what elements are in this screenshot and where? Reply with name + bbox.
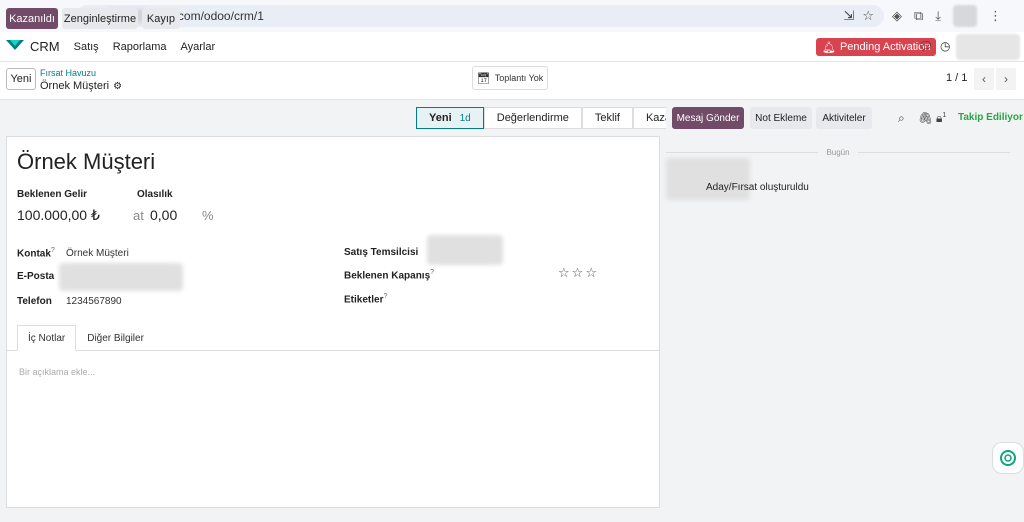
- priority-stars[interactable]: ☆ ☆ ☆: [558, 265, 597, 281]
- expected-revenue-label: Beklenen Gelir: [17, 189, 88, 200]
- tab-extra-info[interactable]: Diğer Bilgiler: [76, 325, 155, 351]
- new-button[interactable]: Yeni: [6, 68, 36, 90]
- stage-new[interactable]: Yeni 1d: [416, 107, 484, 129]
- install-icon[interactable]: ⇲: [843, 8, 854, 24]
- app-name[interactable]: CRM: [30, 39, 60, 54]
- meeting-label: Toplantı Yok: [494, 73, 544, 83]
- star-icon[interactable]: ☆: [572, 265, 584, 281]
- tab-internal-notes[interactable]: İç Notlar: [17, 325, 77, 351]
- stage-qualified[interactable]: Değerlendirme: [483, 107, 582, 129]
- email-label: E-Posta: [17, 271, 55, 282]
- paperclip-icon[interactable]: 🖇︎: [918, 111, 933, 125]
- pager-value[interactable]: 1 / 1: [946, 72, 967, 84]
- message-author-avatar: [666, 158, 750, 200]
- stage-new-label: Yeni: [429, 112, 452, 124]
- following-button[interactable]: Takip Ediliyor: [958, 112, 1023, 123]
- pager-next-icon[interactable]: ›: [996, 68, 1016, 90]
- top-navbar: CRM Satış Raporlama Ayarlar 🔔︎ Pending A…: [0, 32, 1024, 62]
- tags-label: Etiketler?: [344, 293, 388, 306]
- description-input[interactable]: Bir açıklama ekle...: [19, 367, 95, 377]
- gear-icon[interactable]: ⚙: [113, 81, 122, 92]
- ai-assistant-button[interactable]: [992, 442, 1024, 474]
- mark-won-button[interactable]: Kazanıldı: [6, 8, 58, 29]
- message-body: Aday/Fırsat oluşturuldu: [706, 182, 809, 193]
- send-message-button[interactable]: Mesaj Gönder: [672, 107, 744, 129]
- contact-label: Kontak?: [17, 247, 55, 260]
- stage-proposition[interactable]: Teklif: [581, 107, 633, 129]
- user-menu[interactable]: [956, 34, 1020, 60]
- percent-sign: %: [202, 208, 214, 223]
- clock-icon[interactable]: ◷: [940, 39, 950, 53]
- opportunity-title[interactable]: Örnek Müşteri: [17, 149, 155, 175]
- followers-count: 1: [942, 112, 947, 119]
- ai-logo-icon: [1000, 450, 1016, 466]
- contact-help-mark[interactable]: ?: [51, 247, 55, 254]
- tags-help-mark[interactable]: ?: [383, 293, 387, 300]
- star-icon[interactable]: ☆: [585, 265, 597, 281]
- search-icon[interactable]: ⌕: [898, 111, 905, 126]
- closing-help-mark[interactable]: ?: [430, 269, 434, 276]
- chatter-panel: Mesaj Gönder Not Ekleme Aktiviteler ⌕ 🖇︎…: [666, 100, 1024, 522]
- today-label: Bugün: [826, 148, 850, 157]
- log-note-button[interactable]: Not Ekleme: [750, 107, 812, 129]
- meeting-button[interactable]: 📅︎ Toplantı Yok: [472, 66, 548, 90]
- menu-settings[interactable]: Ayarlar: [181, 41, 216, 53]
- menu-reporting[interactable]: Raporlama: [113, 41, 167, 53]
- mark-lost-button[interactable]: Kayıp: [142, 8, 180, 29]
- at-text: at: [133, 208, 144, 223]
- phone-label: Telefon: [17, 296, 52, 307]
- star-icon[interactable]: ☆: [558, 265, 570, 281]
- breadcrumb-current: Örnek Müşteri ⚙: [40, 80, 122, 92]
- stage-pipeline: Yeni 1d Değerlendirme Teklif Kazanıldı: [416, 107, 705, 129]
- expected-closing-label: Beklenen Kapanış?: [344, 269, 435, 282]
- contact-input[interactable]: Örnek Müşteri: [66, 248, 129, 259]
- puzzle-icon[interactable]: ⧉: [914, 8, 923, 24]
- crm-logo-icon[interactable]: [6, 39, 24, 54]
- calendar-icon: 📅︎: [476, 72, 491, 85]
- download-icon[interactable]: ⤓: [935, 8, 941, 24]
- extension-icon[interactable]: ◈: [892, 8, 902, 24]
- control-panel: Yeni Fırsat Havuzu Örnek Müşteri ⚙ 📅︎ To…: [0, 62, 1024, 100]
- followers-lock-icon[interactable]: 🔒︎1: [936, 111, 946, 126]
- bookmark-star-icon[interactable]: ☆: [862, 8, 874, 24]
- salesperson-input[interactable]: [427, 235, 503, 265]
- enrich-button[interactable]: Zenginleştirme: [62, 8, 138, 29]
- email-input[interactable]: [59, 263, 183, 291]
- stage-duration: 1d: [459, 112, 471, 124]
- activities-button[interactable]: Aktiviteler: [816, 107, 872, 129]
- chat-icon[interactable]: 💬︎: [918, 39, 933, 53]
- browser-menu-icon[interactable]: ⋮: [989, 8, 1002, 24]
- notebook-tabs: İç Notlar Diğer Bilgiler: [17, 325, 155, 351]
- salesperson-label: Satış Temsilcisi: [344, 247, 419, 258]
- breadcrumb-current-label: Örnek Müşteri: [40, 80, 110, 92]
- address-bar[interactable]: ⚙ odoo.com/odoo/crm/1 ⇲ ☆: [76, 5, 884, 27]
- pager-previous-icon[interactable]: ‹: [974, 68, 994, 90]
- phone-input[interactable]: 1234567890: [66, 296, 122, 307]
- breadcrumb-parent[interactable]: Fırsat Havuzu: [40, 68, 96, 78]
- expected-revenue-input[interactable]: 100.000,00 ₺: [17, 207, 100, 224]
- bell-icon: 🔔︎: [822, 41, 836, 54]
- probability-label: Olasılık: [137, 189, 173, 200]
- form-sheet: Örnek Müşteri Beklenen Gelir Olasılık 10…: [6, 136, 660, 508]
- today-separator: Bugün: [666, 148, 1014, 157]
- probability-input[interactable]: 0,00: [150, 207, 177, 223]
- pending-label: Pending Activation: [839, 41, 931, 53]
- menu-sales[interactable]: Satış: [74, 41, 99, 53]
- profile-avatar[interactable]: [953, 5, 978, 27]
